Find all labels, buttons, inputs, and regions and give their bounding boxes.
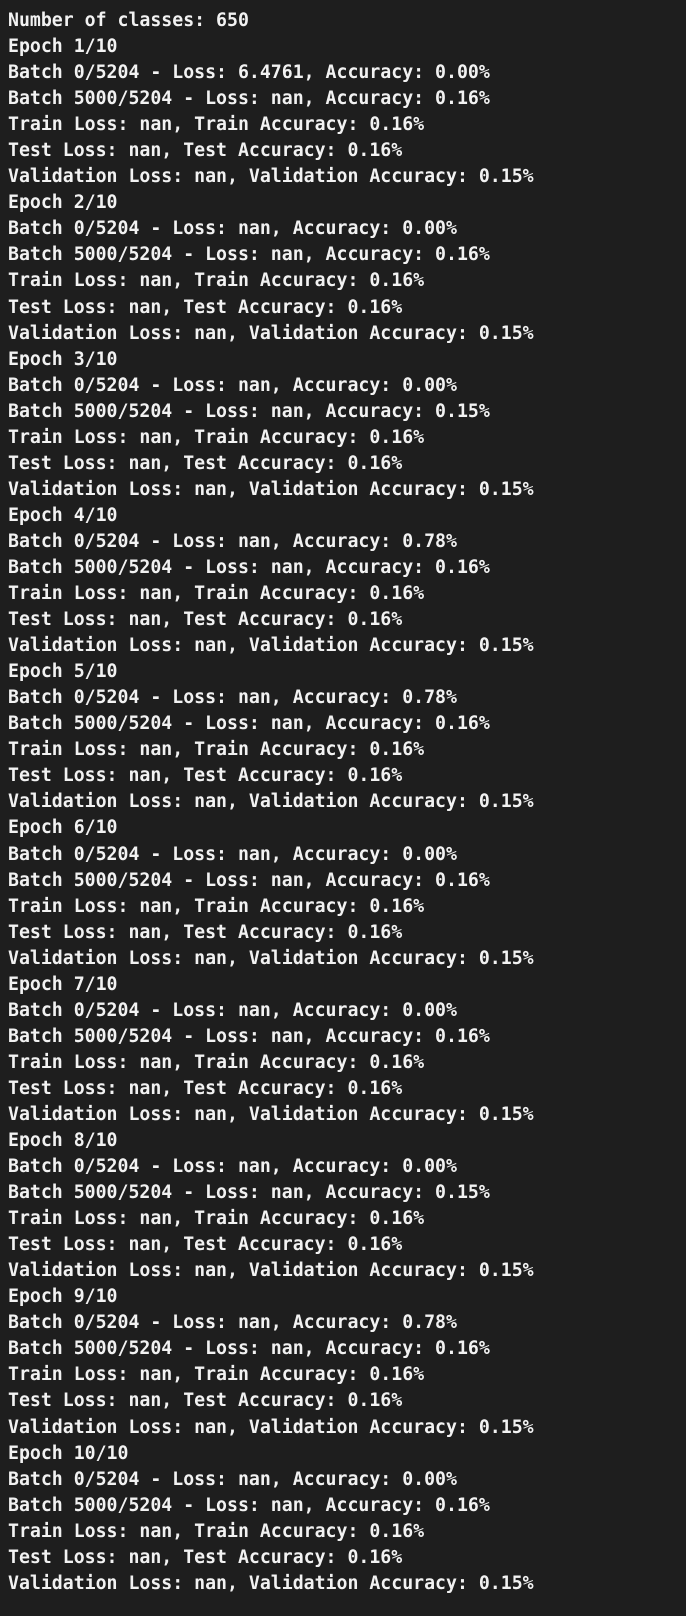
batch-line: Batch 0/5204 - Loss: 6.4761, Accuracy: 0… — [8, 62, 490, 84]
validation-metrics-line: Validation Loss: nan, Validation Accurac… — [8, 1416, 534, 1438]
validation-metrics-line: Validation Loss: nan, Validation Accurac… — [8, 791, 534, 813]
train-metrics-line: Train Loss: nan, Train Accuracy: 0.16% — [8, 895, 425, 917]
batch-line: Batch 0/5204 - Loss: nan, Accuracy: 0.78… — [8, 687, 457, 709]
batch-line: Batch 0/5204 - Loss: nan, Accuracy: 0.00… — [8, 999, 457, 1021]
epoch-line: Epoch 6/10 — [8, 817, 118, 839]
classes-count-line: Number of classes: 650 — [8, 10, 249, 31]
batch-line: Batch 5000/5204 - Loss: nan, Accuracy: 0… — [8, 869, 490, 891]
epoch-line: Epoch 5/10 — [8, 661, 118, 683]
train-metrics-line: Train Loss: nan, Train Accuracy: 0.16% — [8, 1364, 425, 1386]
epoch-line: Epoch 3/10 — [8, 348, 118, 370]
train-metrics-line: Train Loss: nan, Train Accuracy: 0.16% — [8, 739, 425, 761]
test-metrics-line: Test Loss: nan, Test Accuracy: 0.16% — [8, 609, 403, 631]
validation-metrics-line: Validation Loss: nan, Validation Accurac… — [8, 166, 534, 188]
batch-line: Batch 0/5204 - Loss: nan, Accuracy: 0.00… — [8, 1468, 457, 1490]
epoch-block: Epoch 2/10 Batch 0/5204 - Loss: nan, Acc… — [8, 190, 686, 346]
validation-metrics-line: Validation Loss: nan, Validation Accurac… — [8, 478, 534, 500]
epoch-line: Epoch 10/10 — [8, 1442, 129, 1464]
validation-metrics-line: Validation Loss: nan, Validation Accurac… — [8, 322, 534, 344]
batch-line: Batch 0/5204 - Loss: nan, Accuracy: 0.00… — [8, 1156, 457, 1178]
batch-line: Batch 0/5204 - Loss: nan, Accuracy: 0.00… — [8, 843, 457, 865]
batch-line: Batch 5000/5204 - Loss: nan, Accuracy: 0… — [8, 88, 490, 110]
test-metrics-line: Test Loss: nan, Test Accuracy: 0.16% — [8, 1234, 403, 1256]
train-metrics-line: Train Loss: nan, Train Accuracy: 0.16% — [8, 1051, 425, 1073]
batch-line: Batch 5000/5204 - Loss: nan, Accuracy: 0… — [8, 556, 490, 578]
epoch-block: Epoch 8/10 Batch 0/5204 - Loss: nan, Acc… — [8, 1128, 686, 1284]
epoch-block: Epoch 5/10 Batch 0/5204 - Loss: nan, Acc… — [8, 659, 686, 815]
epoch-block: Epoch 1/10 Batch 0/5204 - Loss: 6.4761, … — [8, 34, 686, 190]
test-metrics-line: Test Loss: nan, Test Accuracy: 0.16% — [8, 1390, 403, 1412]
validation-metrics-line: Validation Loss: nan, Validation Accurac… — [8, 1103, 534, 1125]
test-metrics-line: Test Loss: nan, Test Accuracy: 0.16% — [8, 1546, 403, 1568]
batch-line: Batch 5000/5204 - Loss: nan, Accuracy: 0… — [8, 713, 490, 735]
epoch-block: Epoch 6/10 Batch 0/5204 - Loss: nan, Acc… — [8, 815, 686, 971]
batch-line: Batch 0/5204 - Loss: nan, Accuracy: 0.00… — [8, 374, 457, 396]
batch-line: Batch 5000/5204 - Loss: nan, Accuracy: 0… — [8, 1025, 490, 1047]
epoch-line: Epoch 9/10 — [8, 1286, 118, 1308]
train-metrics-line: Train Loss: nan, Train Accuracy: 0.16% — [8, 583, 425, 605]
epoch-line: Epoch 7/10 — [8, 973, 118, 995]
epoch-line: Epoch 2/10 — [8, 192, 118, 214]
batch-line: Batch 5000/5204 - Loss: nan, Accuracy: 0… — [8, 1494, 490, 1516]
train-metrics-line: Train Loss: nan, Train Accuracy: 0.16% — [8, 426, 425, 448]
test-metrics-line: Test Loss: nan, Test Accuracy: 0.16% — [8, 1077, 403, 1099]
train-metrics-line: Train Loss: nan, Train Accuracy: 0.16% — [8, 270, 425, 292]
epoch-block: Epoch 3/10 Batch 0/5204 - Loss: nan, Acc… — [8, 347, 686, 503]
epoch-line: Epoch 8/10 — [8, 1130, 118, 1152]
train-metrics-line: Train Loss: nan, Train Accuracy: 0.16% — [8, 114, 425, 136]
terminal-output: Number of classes: 650 Epoch 1/10 Batch … — [0, 0, 686, 1616]
test-metrics-line: Test Loss: nan, Test Accuracy: 0.16% — [8, 921, 403, 943]
epoch-line: Epoch 4/10 — [8, 504, 118, 526]
train-metrics-line: Train Loss: nan, Train Accuracy: 0.16% — [8, 1208, 425, 1230]
test-metrics-line: Test Loss: nan, Test Accuracy: 0.16% — [8, 296, 403, 318]
validation-metrics-line: Validation Loss: nan, Validation Accurac… — [8, 947, 534, 969]
batch-line: Batch 5000/5204 - Loss: nan, Accuracy: 0… — [8, 244, 490, 266]
epoch-block: Epoch 7/10 Batch 0/5204 - Loss: nan, Acc… — [8, 972, 686, 1128]
test-metrics-line: Test Loss: nan, Test Accuracy: 0.16% — [8, 765, 403, 787]
validation-metrics-line: Validation Loss: nan, Validation Accurac… — [8, 1572, 534, 1594]
batch-line: Batch 5000/5204 - Loss: nan, Accuracy: 0… — [8, 1182, 490, 1204]
test-metrics-line: Test Loss: nan, Test Accuracy: 0.16% — [8, 140, 403, 162]
train-metrics-line: Train Loss: nan, Train Accuracy: 0.16% — [8, 1520, 425, 1542]
test-metrics-line: Test Loss: nan, Test Accuracy: 0.16% — [8, 452, 403, 474]
batch-line: Batch 5000/5204 - Loss: nan, Accuracy: 0… — [8, 400, 490, 422]
batch-line: Batch 0/5204 - Loss: nan, Accuracy: 0.00… — [8, 218, 457, 240]
validation-metrics-line: Validation Loss: nan, Validation Accurac… — [8, 635, 534, 657]
epoch-block: Epoch 4/10 Batch 0/5204 - Loss: nan, Acc… — [8, 503, 686, 659]
batch-line: Batch 0/5204 - Loss: nan, Accuracy: 0.78… — [8, 530, 457, 552]
epoch-block: Epoch 10/10 Batch 0/5204 - Loss: nan, Ac… — [8, 1441, 686, 1597]
batch-line: Batch 5000/5204 - Loss: nan, Accuracy: 0… — [8, 1338, 490, 1360]
batch-line: Batch 0/5204 - Loss: nan, Accuracy: 0.78… — [8, 1312, 457, 1334]
epoch-block: Epoch 9/10 Batch 0/5204 - Loss: nan, Acc… — [8, 1284, 686, 1440]
epoch-line: Epoch 1/10 — [8, 36, 118, 58]
validation-metrics-line: Validation Loss: nan, Validation Accurac… — [8, 1260, 534, 1282]
